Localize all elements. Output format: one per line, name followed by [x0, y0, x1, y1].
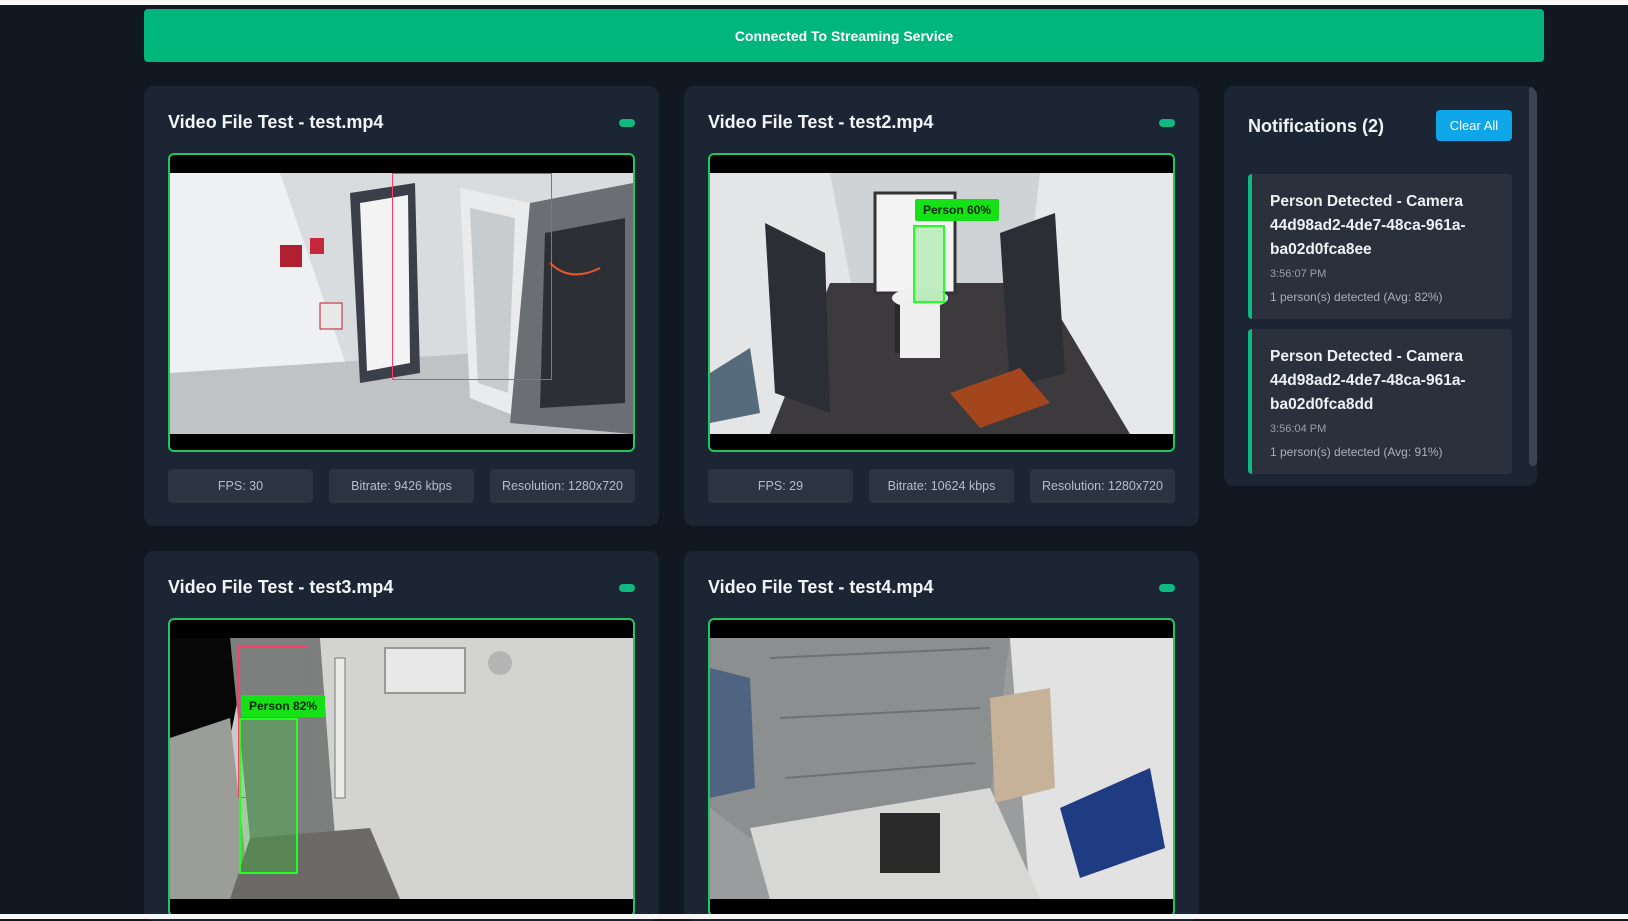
stream-stats: FPS: 30 Bitrate: 9426 kbps Resolution: 1…: [168, 469, 635, 503]
camera-card: Video File Test - test4.mp4: [684, 551, 1199, 921]
stream-status-indicator: [619, 119, 635, 127]
notifications-panel: Notifications (2) Clear All Person Detec…: [1224, 86, 1537, 486]
person-detection-box: [913, 225, 945, 303]
notification-heading: Person Detected - Camera 44d98ad2-4de7-4…: [1270, 193, 1466, 258]
connection-status-banner: Connected To Streaming Service: [144, 9, 1544, 62]
stream-status-indicator: [1159, 584, 1175, 592]
bottom-edge: [0, 914, 1628, 919]
resolution-stat: Resolution: 1280x720: [490, 469, 635, 503]
video-player[interactable]: Person 82%: [168, 618, 635, 917]
camera-title: Video File Test - test.mp4: [168, 112, 384, 132]
video-player[interactable]: [168, 153, 635, 452]
notification-item[interactable]: Person Detected - Camera 44d98ad2-4de7-4…: [1248, 329, 1512, 474]
stream-stats: FPS: 29 Bitrate: 10624 kbps Resolution: …: [708, 469, 1175, 503]
notification-body: 1 person(s) detected (Avg: 82%): [1270, 290, 1443, 304]
notification-heading: Person Detected - Camera 44d98ad2-4de7-4…: [1270, 348, 1466, 413]
bitrate-stat: Bitrate: 10624 kbps: [869, 469, 1014, 503]
stream-status-indicator: [1159, 119, 1175, 127]
video-player[interactable]: [708, 618, 1175, 917]
video-player[interactable]: Person 60%: [708, 153, 1175, 452]
resolution-stat: Resolution: 1280x720: [1030, 469, 1175, 503]
camera-title: Video File Test - test3.mp4: [168, 577, 394, 597]
fps-stat: FPS: 29: [708, 469, 853, 503]
stream-status-indicator: [619, 584, 635, 592]
notification-item[interactable]: Person Detected - Camera 44d98ad2-4de7-4…: [1248, 174, 1512, 319]
top-edge: [0, 0, 1628, 5]
connection-status-text: Connected To Streaming Service: [734, 27, 954, 44]
motion-region: [392, 173, 552, 380]
bitrate-stat: Bitrate: 9426 kbps: [329, 469, 474, 503]
notifications-scrollbar[interactable]: [1529, 86, 1537, 466]
clear-all-button[interactable]: Clear All: [1436, 110, 1512, 141]
camera-title: Video File Test - test4.mp4: [708, 577, 934, 597]
notification-time: 3:56:07 PM: [1270, 268, 1327, 280]
video-frame-image: [710, 638, 1173, 899]
notification-body: 1 person(s) detected (Avg: 91%): [1270, 445, 1443, 459]
camera-title: Video File Test - test2.mp4: [708, 112, 934, 132]
notifications-title: Notifications (2): [1248, 116, 1385, 136]
person-detection-box: [239, 718, 298, 874]
fps-stat: FPS: 30: [168, 469, 313, 503]
camera-card: Video File Test - test.mp4 FPS: 30 Bitra…: [144, 86, 659, 526]
camera-card: Video File Test - test2.mp4 Person 60% F…: [684, 86, 1199, 526]
person-detection-label: Person 60%: [915, 199, 1000, 221]
person-detection-label: Person 82%: [241, 695, 326, 717]
camera-card: Video File Test - test3.mp4 Person 82%: [144, 551, 659, 921]
notification-time: 3:56:04 PM: [1270, 423, 1327, 435]
